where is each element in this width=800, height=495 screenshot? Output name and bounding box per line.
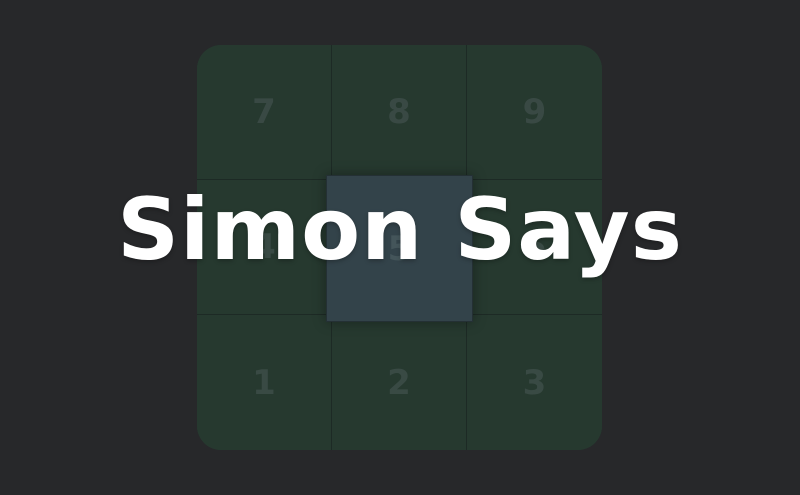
tile-number: 6 bbox=[522, 227, 547, 267]
tile-9[interactable]: 9 bbox=[467, 45, 602, 180]
tile-number: 2 bbox=[387, 362, 411, 403]
tile-number: 4 bbox=[252, 227, 276, 267]
tile-6[interactable]: 6 bbox=[467, 180, 602, 315]
tile-4[interactable]: 4 bbox=[197, 180, 332, 315]
tile-2[interactable]: 2 bbox=[332, 315, 467, 450]
tile-number: 1 bbox=[252, 362, 276, 403]
tile-3[interactable]: 3 bbox=[467, 315, 602, 450]
tile-1[interactable]: 1 bbox=[197, 315, 332, 450]
tile-7[interactable]: 7 bbox=[197, 45, 332, 180]
tile-number: 3 bbox=[522, 362, 547, 403]
tile-number: 8 bbox=[387, 92, 411, 132]
game-stage: 7 8 9 4 5 6 1 2 3 5 Simon Says bbox=[0, 0, 800, 495]
highlighted-tile[interactable]: 5 bbox=[326, 175, 473, 322]
tile-number: 7 bbox=[252, 92, 276, 132]
tile-8[interactable]: 8 bbox=[332, 45, 467, 180]
tile-number: 9 bbox=[522, 92, 547, 132]
tile-number: 5 bbox=[387, 228, 412, 269]
